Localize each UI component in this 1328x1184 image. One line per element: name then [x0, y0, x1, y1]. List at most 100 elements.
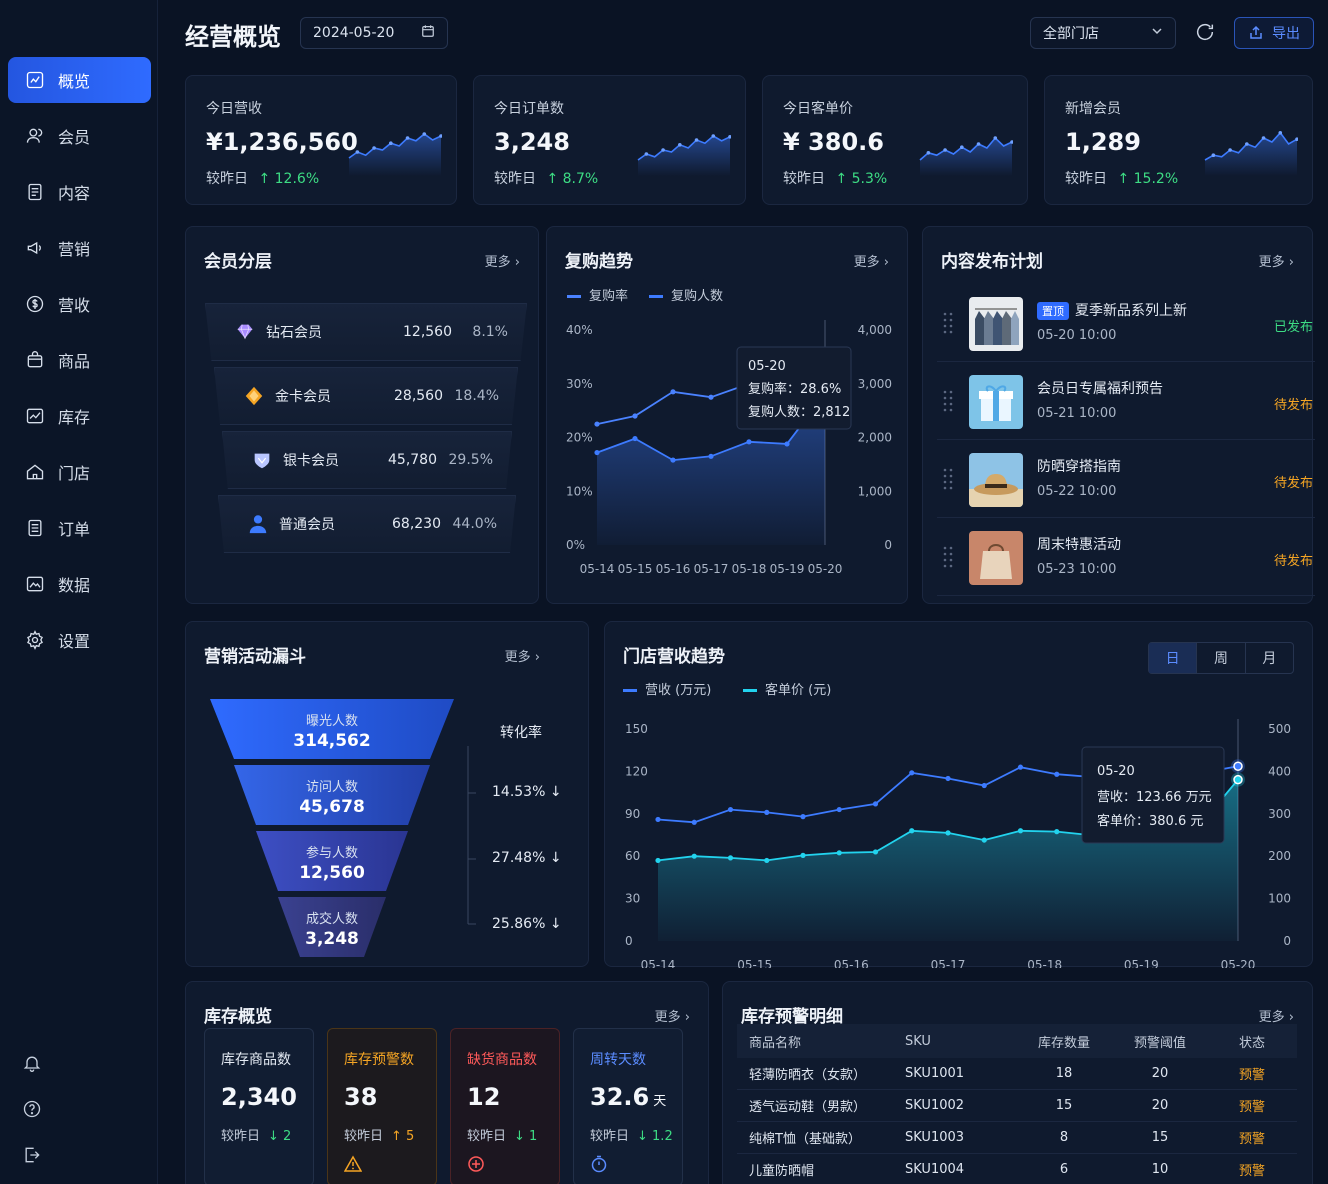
date-picker[interactable]: 2024-05-20 — [300, 17, 448, 49]
data-point[interactable] — [691, 819, 697, 825]
drag-handle-icon[interactable] — [943, 468, 953, 490]
drag-handle-icon[interactable] — [943, 546, 953, 568]
member-tier-row[interactable]: 金卡会员 28,560 18.4% — [214, 367, 518, 425]
content-status: 待发布 — [1273, 554, 1313, 569]
data-point[interactable] — [1054, 829, 1060, 835]
data-point[interactable] — [945, 830, 951, 836]
table-row[interactable]: 纯棉T恤（基础款） SKU1003 8 15 预警 — [737, 1122, 1297, 1154]
content-plan-more-link[interactable]: 更多 › — [1259, 251, 1294, 270]
sidebar-item-10[interactable]: 设置 — [8, 617, 151, 663]
help-icon[interactable] — [22, 1099, 46, 1123]
data-point[interactable] — [909, 770, 915, 776]
refresh-icon[interactable] — [1194, 21, 1218, 45]
sparkline-point — [372, 146, 376, 150]
data-point[interactable] — [691, 853, 697, 859]
funnel-stage-label: 成交人数 — [305, 911, 358, 927]
data-point[interactable] — [836, 806, 842, 813]
member-tier-row[interactable]: 钻石会员 12,560 8.1% — [205, 303, 527, 361]
content-plan-item[interactable]: 会员日专属福利预告 05-21 10:00 待发布 — [937, 362, 1315, 440]
sidebar-item-0[interactable]: 概览 — [8, 57, 151, 103]
data-point[interactable] — [1017, 828, 1024, 834]
logout-icon[interactable] — [22, 1145, 46, 1169]
table-row[interactable]: 儿童防晒帽 SKU1004 6 10 预警 — [737, 1154, 1297, 1184]
data-point[interactable] — [746, 439, 752, 445]
sidebar-item-4[interactable]: 营收 — [8, 281, 151, 327]
export-button[interactable]: 导出 — [1234, 17, 1314, 49]
tier-name: 普通会员 — [279, 517, 335, 533]
legend-swatch — [623, 689, 637, 692]
data-point[interactable] — [632, 413, 638, 419]
data-point[interactable] — [708, 394, 714, 400]
bell-icon[interactable] — [22, 1053, 46, 1077]
data-point[interactable] — [872, 801, 879, 807]
member-tier-row[interactable]: 普通会员 68,230 44.0% — [218, 495, 516, 553]
data-point[interactable] — [727, 806, 734, 813]
sparkline-point — [422, 132, 427, 136]
content-plan-item[interactable]: 周末特惠活动 05-23 10:00 待发布 — [937, 518, 1315, 596]
data-point[interactable] — [708, 453, 714, 459]
data-point[interactable] — [727, 855, 734, 861]
y-left-tick-label: 90 — [625, 807, 640, 821]
sidebar-item-6[interactable]: 库存 — [8, 393, 151, 439]
inventory-stat-box[interactable]: 缺货商品数 12 较昨日 ↓ 1 — [450, 1028, 560, 1184]
sidebar: 概览会员内容营销营收商品库存门店订单数据设置 — [0, 0, 158, 1184]
table-row[interactable]: 轻薄防晒衣（女款） SKU1001 18 20 预警 — [737, 1058, 1297, 1090]
inventory-stat-box[interactable]: 库存预警数 38 较昨日 ↑ 5 — [327, 1028, 437, 1184]
data-point[interactable] — [670, 389, 676, 395]
arrow-up-icon: ↑ — [254, 171, 275, 187]
inventory-stat-compare: 较昨日 ↓ 1.2 — [590, 1125, 673, 1144]
content-time: 05-23 10:00 — [1037, 562, 1117, 577]
drag-handle-icon[interactable] — [943, 312, 953, 334]
table-row[interactable]: 透气运动鞋（男款） SKU1002 15 20 预警 — [737, 1090, 1297, 1122]
data-point[interactable] — [594, 449, 600, 456]
legend-swatch — [649, 295, 663, 298]
inventory-stat-box[interactable]: 周转天数 32.6 天较昨日 ↓ 1.2 — [573, 1028, 683, 1184]
data-point[interactable] — [764, 857, 770, 864]
sidebar-item-9[interactable]: 数据 — [8, 561, 151, 607]
data-point[interactable] — [655, 857, 661, 864]
data-point[interactable] — [594, 421, 600, 427]
content-plan-item[interactable]: 置顶 夏季新品系列上新 05-20 10:00 已发布 — [937, 284, 1315, 362]
data-point[interactable] — [836, 850, 842, 856]
sidebar-item-3[interactable]: 营销 — [8, 225, 151, 271]
data-point[interactable] — [670, 457, 676, 463]
member-more-link[interactable]: 更多 › — [485, 251, 520, 270]
sparkline-point — [661, 148, 665, 152]
drag-handle-icon[interactable] — [943, 390, 953, 412]
store-select[interactable]: 全部门店 — [1030, 17, 1176, 49]
content-plan-item[interactable]: 防晒穿搭指南 05-22 10:00 待发布 — [937, 440, 1315, 518]
data-point[interactable] — [1054, 771, 1060, 777]
inventory-stat-box[interactable]: 库存商品数 2,340 较昨日 ↓ 2 — [204, 1028, 314, 1184]
data-point[interactable] — [981, 782, 987, 789]
y-left-tick-label: 30 — [625, 892, 640, 906]
data-point[interactable] — [784, 441, 790, 447]
data-point[interactable] — [945, 775, 951, 782]
data-point[interactable] — [800, 852, 806, 858]
sidebar-item-7[interactable]: 门店 — [8, 449, 151, 495]
sidebar-item-5[interactable]: 商品 — [8, 337, 151, 383]
member-tier-card: 会员分层 更多 › 钻石会员 12,560 8.1% 金卡会员 28,560 18.4% 银… — [185, 226, 539, 604]
sidebar-item-2[interactable]: 内容 — [8, 169, 151, 215]
compare-delta: ↑ 5 — [391, 1129, 415, 1144]
member-tier-row[interactable]: 银卡会员 45,780 29.5% — [222, 431, 512, 489]
data-point[interactable] — [872, 849, 879, 855]
data-point[interactable] — [1017, 764, 1024, 770]
highlight-point[interactable] — [1233, 761, 1243, 771]
tooltip-price: 客单价：380.6 元 — [1097, 813, 1203, 829]
funnel-stage-value: 314,562 — [293, 730, 371, 751]
inventory-more-link[interactable]: 更多 › — [655, 1006, 690, 1025]
highlight-point[interactable] — [1233, 774, 1243, 785]
content-plan-card: 内容发布计划 更多 › 置顶 夏季新品系列上新 05-20 10:00 已发布 会员日专… — [922, 226, 1315, 604]
stock-chart-icon — [24, 405, 46, 427]
y-right-tick-label: 0 — [884, 538, 892, 552]
sparkline-area — [1205, 132, 1297, 176]
data-point[interactable] — [764, 809, 770, 815]
data-point[interactable] — [632, 435, 638, 442]
data-point[interactable] — [981, 837, 987, 843]
sidebar-item-1[interactable]: 会员 — [8, 113, 151, 159]
stock-alert-more-link[interactable]: 更多 › — [1259, 1006, 1294, 1025]
data-point[interactable] — [909, 828, 915, 834]
data-point[interactable] — [655, 816, 661, 823]
sidebar-item-8[interactable]: 订单 — [8, 505, 151, 551]
data-point[interactable] — [800, 814, 806, 820]
